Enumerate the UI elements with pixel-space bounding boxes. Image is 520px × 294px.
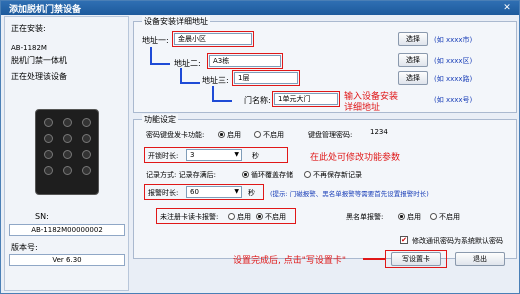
keypad-key	[82, 118, 91, 127]
chevron-down-icon: ▼	[234, 188, 239, 195]
radio-icon[interactable]	[254, 131, 261, 138]
sn-value: AB-1182M00000002	[9, 224, 125, 236]
device-model-desc: 脱机门禁一体机	[11, 56, 67, 65]
blacklist-alarm-disable[interactable]: 不启用	[430, 212, 460, 222]
close-icon[interactable]: ✕	[501, 3, 513, 13]
kb-mgmt-pwd-value[interactable]: 1234	[370, 128, 388, 136]
radio-icon[interactable]	[304, 171, 311, 178]
record-stop-option[interactable]: 不再保存新记录	[304, 170, 362, 180]
connector-line	[150, 47, 152, 64]
keypad-key	[44, 166, 53, 175]
radio-selected-icon[interactable]	[218, 131, 225, 138]
highlight-box	[207, 53, 283, 69]
keypad-key	[82, 134, 91, 143]
keypad-key	[63, 166, 72, 175]
addr1-label: 地址一:	[142, 36, 169, 45]
title-bar: 添加脱机门禁设备 ✕	[1, 1, 519, 15]
choose-button-1[interactable]: 选择	[398, 32, 428, 46]
write-setting-card-button[interactable]: 写设置卡	[391, 252, 441, 266]
unreg-alarm-disable[interactable]: 不启用	[256, 212, 286, 222]
chevron-down-icon: ▼	[234, 151, 239, 158]
window-title: 添加脱机门禁设备	[9, 5, 82, 15]
hint-1: (如 xxxx市)	[434, 36, 473, 44]
record-label: 记录方式: 记录存满后:	[146, 171, 216, 179]
processing-label: 正在处理该设备	[11, 72, 67, 81]
device-image	[35, 109, 99, 195]
hint-3: (如 xxxx路)	[434, 75, 473, 83]
function-panel: 功能设定 密码键盘发卡功能: 启用 不启用 键盘管理密码: 1234 开锁时长:…	[133, 114, 517, 259]
choose-button-2[interactable]: 选择	[398, 53, 428, 67]
modify-pwd-checkbox[interactable]: ✔	[400, 236, 408, 244]
radio-selected-icon[interactable]	[256, 213, 263, 220]
radio-icon[interactable]	[228, 213, 235, 220]
keypad-key	[63, 118, 72, 127]
hint-4: (如 xxxx号)	[434, 96, 473, 104]
install-label: 正在安装:	[11, 24, 46, 33]
kb-mgmt-pwd-label: 键盘管理密码:	[308, 131, 353, 139]
open-time-select[interactable]: 3 ▼	[186, 149, 242, 161]
connector-line	[180, 82, 200, 84]
connector-line	[150, 63, 170, 65]
unreg-alarm-label: 未注册卡读卡报警:	[160, 213, 219, 221]
device-info-panel: 正在安装: AB-1182M 脱机门禁一体机 正在处理该设备 SN: AB-11…	[4, 16, 129, 291]
pwd-keyboard-enable[interactable]: 启用	[218, 130, 241, 140]
alarm-time-unit: 秒	[248, 189, 255, 197]
keypad-key	[82, 150, 91, 159]
highlight-box	[272, 91, 340, 107]
keypad-key	[44, 134, 53, 143]
keypad-key	[44, 150, 53, 159]
alarm-time-select[interactable]: 60 ▼	[186, 186, 242, 198]
address-panel: 设备安装详细地址 地址一: 金晨小区 地址二: A3栋 地址三: 1层 门名称:…	[133, 16, 517, 113]
radio-icon[interactable]	[430, 213, 437, 220]
radio-selected-icon[interactable]	[398, 213, 405, 220]
arrow-line	[363, 258, 385, 260]
unreg-alarm-enable[interactable]: 启用	[228, 212, 251, 222]
exit-button[interactable]: 退出	[455, 252, 505, 266]
door-label: 门名称:	[244, 96, 271, 105]
address-group-label: 设备安装详细地址	[142, 16, 210, 27]
hint-2: (如 xxxx区)	[434, 57, 473, 65]
addr2-label: 地址二:	[174, 59, 201, 68]
version-value: Ver 6.30	[9, 254, 125, 266]
pwd-keyboard-disable[interactable]: 不启用	[254, 130, 284, 140]
alarm-time-label: 报警时长:	[148, 189, 179, 197]
dialog-window: 添加脱机门禁设备 ✕ 正在安装: AB-1182M 脱机门禁一体机 正在处理该设…	[0, 0, 520, 294]
highlight-box	[232, 70, 300, 86]
keypad-key	[63, 150, 72, 159]
keypad-key	[82, 166, 91, 175]
highlight-box	[172, 31, 254, 47]
footer-instruction: 设置完成后, 点击"写设置卡"	[233, 256, 347, 266]
keypad-key	[63, 134, 72, 143]
open-time-unit: 秒	[252, 152, 259, 160]
open-time-label: 开锁时长:	[148, 152, 179, 160]
blacklist-alarm-label: 黑名单报警:	[346, 213, 384, 221]
connector-line	[212, 100, 232, 102]
sn-label: SN:	[35, 212, 49, 221]
alarm-note: (提示: 门磁报警、黑名单报警等需要首先设置报警时长)	[270, 190, 429, 198]
blacklist-alarm-enable[interactable]: 启用	[398, 212, 421, 222]
address-annotation: 输入设备安装详细地址	[344, 92, 399, 113]
keypad-key	[44, 118, 53, 127]
pwd-keyboard-label: 密码键盘发卡功能:	[146, 131, 205, 139]
function-annotation: 在此处可修改功能参数	[310, 153, 401, 163]
version-label: 版本号:	[11, 243, 38, 252]
modify-pwd-label: 修改通讯密码为系统默认密码	[412, 237, 503, 245]
radio-selected-icon[interactable]	[242, 171, 249, 178]
record-cycle-option[interactable]: 循环覆盖存储	[242, 170, 293, 180]
function-group-label: 功能设定	[142, 114, 178, 125]
addr3-label: 地址三:	[202, 76, 229, 85]
choose-button-3[interactable]: 选择	[398, 71, 428, 85]
device-model: AB-1182M	[11, 44, 47, 52]
